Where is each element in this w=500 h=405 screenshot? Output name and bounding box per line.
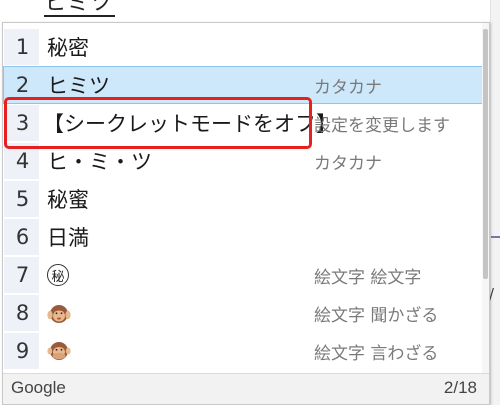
candidate-number: 7: [4, 257, 39, 293]
candidate-number: 4: [4, 143, 39, 179]
candidate-emoji: 秘: [39, 264, 314, 286]
candidate-scrollbar[interactable]: [482, 23, 489, 383]
candidate-annotation: 絵文字 聞かざる: [314, 305, 439, 326]
ime-candidate-window: 1 秘密 2 ヒミツ カタカナ 3 【シークレットモードをオフ】 設定を変更しま…: [2, 22, 490, 405]
candidate-source-label: Google: [11, 378, 66, 397]
candidate-text: 秘蜜: [47, 188, 89, 212]
candidate-emoji: [39, 339, 314, 363]
candidate-number: 2: [15, 73, 30, 97]
circled-secret-icon: 秘: [47, 264, 69, 286]
candidate-number: 3: [4, 105, 39, 141]
candidate-item-5[interactable]: 5 秘蜜: [3, 180, 489, 218]
candidate-annotation: 絵文字 言わざる: [314, 343, 439, 364]
candidate-text: 秘密: [47, 36, 89, 60]
candidate-number: 6: [4, 219, 39, 255]
candidate-item-8[interactable]: 8 絵文字 聞かざる: [3, 294, 489, 332]
background-edge-mark: [491, 236, 500, 238]
background-window-edge: [490, 0, 500, 405]
candidate-text: ヒミツ: [47, 74, 110, 98]
candidate-annotation: カタカナ: [314, 77, 382, 98]
candidate-text: ヒ・ミ・ツ: [47, 150, 152, 174]
candidate-list: 1 秘密 2 ヒミツ カタカナ 3 【シークレットモードをオフ】 設定を変更しま…: [3, 28, 489, 370]
candidate-text: 【シークレットモードをオフ】: [43, 112, 337, 136]
candidate-annotation: 絵文字 絵文字: [314, 267, 422, 288]
candidate-number: 8: [4, 295, 39, 331]
candidate-number: 5: [4, 181, 39, 217]
candidate-number: 1: [4, 29, 39, 65]
candidate-item-4[interactable]: 4 ヒ・ミ・ツ カタカナ: [3, 142, 489, 180]
composition-text[interactable]: ヒミツ: [44, 0, 116, 17]
candidate-annotation: 設定を変更します: [314, 115, 450, 136]
candidate-item-7[interactable]: 7 秘 絵文字 絵文字: [3, 256, 489, 294]
scrollbar-thumb[interactable]: [483, 29, 488, 279]
candidate-emoji: [39, 301, 314, 325]
candidate-item-1[interactable]: 1 秘密: [3, 28, 489, 66]
candidate-item-6[interactable]: 6 日満: [3, 218, 489, 256]
candidate-annotation: カタカナ: [314, 153, 382, 174]
candidate-text: 日満: [47, 226, 89, 250]
candidate-number: 9: [4, 333, 39, 369]
candidate-page-indicator: 2/18: [443, 378, 477, 397]
candidate-footer: Google 2/18: [3, 373, 489, 404]
candidate-item-2[interactable]: 2 ヒミツ カタカナ: [3, 66, 489, 104]
candidate-item-3[interactable]: 3 【シークレットモードをオフ】 設定を変更します: [3, 104, 489, 142]
hear-no-evil-monkey-icon: [47, 305, 71, 323]
speak-no-evil-monkey-icon: [47, 342, 71, 360]
candidate-item-9[interactable]: 9 絵文字 言わざる: [3, 332, 489, 370]
